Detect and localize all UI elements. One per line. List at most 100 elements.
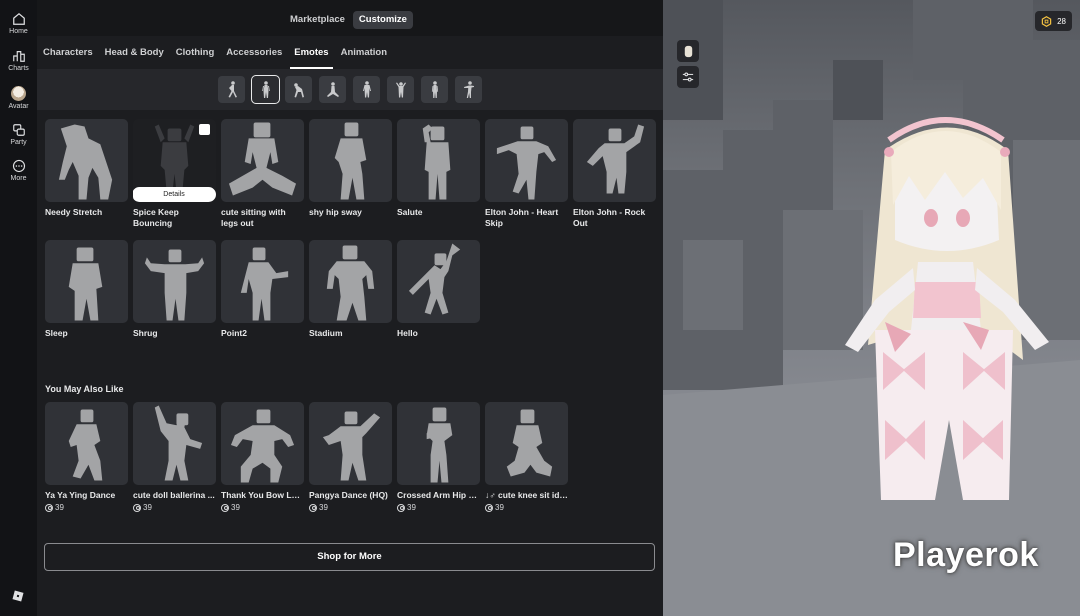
avatar-head-icon	[684, 45, 692, 57]
roblox-logo-icon[interactable]	[12, 590, 24, 602]
emote-name: Salute	[397, 207, 423, 217]
emote-slot-8[interactable]	[455, 76, 482, 103]
emote-name: Sleep	[45, 328, 68, 338]
recommended-card[interactable]: Ya Ya Ying Dance 39	[45, 402, 128, 512]
nav-more[interactable]: More	[0, 159, 37, 182]
charts-icon	[12, 51, 25, 62]
more-icon	[12, 159, 25, 173]
robux-icon	[221, 503, 229, 512]
customize-panel: Marketplace Customize Characters Head & …	[37, 0, 663, 616]
emote-slot-6[interactable]	[387, 76, 414, 103]
emote-slot-icon	[463, 80, 474, 98]
emote-thumbnail	[397, 119, 480, 202]
price-tag: 39	[221, 503, 304, 512]
section-title-recommended: You May Also Like	[45, 384, 124, 394]
emote-thumbnail	[221, 402, 304, 485]
avatar-icon	[11, 86, 26, 101]
emote-card[interactable]: Point2	[221, 240, 304, 339]
recommended-card[interactable]: Crossed Arm Hip S... 39	[397, 402, 480, 512]
emote-thumbnail	[309, 119, 392, 202]
emote-card[interactable]: Salute	[397, 119, 480, 218]
emote-slot-icon	[293, 82, 304, 97]
details-button[interactable]: Details	[133, 187, 216, 202]
price-tag: 39	[309, 503, 392, 512]
robux-balance[interactable]: 28	[1035, 11, 1072, 31]
shop-for-more-button[interactable]: Shop for More	[44, 543, 655, 571]
emote-thumbnail	[133, 402, 216, 485]
sliders-icon	[682, 72, 694, 82]
tab-emotes[interactable]: Emotes	[288, 36, 334, 69]
price-tag: 39	[45, 503, 128, 512]
nav-charts[interactable]: Charts	[0, 49, 37, 72]
emote-slot-icon	[261, 80, 270, 98]
emote-slot-1[interactable]	[218, 76, 245, 103]
segment-marketplace[interactable]: Marketplace	[284, 11, 351, 29]
category-tabs: Characters Head & Body Clothing Accessor…	[37, 36, 663, 69]
emote-thumbnail	[309, 240, 392, 323]
emote-thumbnail	[397, 240, 480, 323]
price-tag: 39	[133, 503, 216, 512]
avatar-viewport[interactable]: 28 Playerok	[663, 0, 1080, 616]
emote-card[interactable]: Hello	[397, 240, 480, 339]
emote-card[interactable]: Needy Stretch	[45, 119, 128, 218]
emote-name: shy hip sway	[309, 207, 362, 217]
emote-thumbnail	[573, 119, 656, 202]
nav-charts-label: Charts	[8, 65, 29, 72]
tab-clothing[interactable]: Clothing	[170, 36, 221, 69]
emote-name: Elton John - Heart Skip	[485, 207, 559, 228]
emote-slot-icon	[431, 80, 438, 98]
robux-icon	[133, 503, 141, 512]
emote-card[interactable]: Shrug	[133, 240, 216, 339]
mode-switch: Marketplace Customize	[284, 11, 413, 29]
nav-home-label: Home	[9, 28, 28, 35]
emote-card[interactable]: Elton John - Heart Skip	[485, 119, 568, 229]
nav-more-label: More	[10, 175, 27, 182]
emote-name: cute sitting with legs out	[221, 207, 286, 228]
emote-name: Spice Keep Bouncing	[133, 207, 179, 228]
tab-accessories[interactable]: Accessories	[220, 36, 288, 69]
emotes-content: Needy Stretch Details Spice Keep Bouncin…	[37, 110, 663, 616]
emote-name: Pangya Dance (HQ)	[309, 490, 388, 500]
emote-card[interactable]: Stadium	[309, 240, 392, 339]
avatar-preview-button[interactable]	[677, 40, 699, 62]
tab-characters[interactable]: Characters	[37, 36, 99, 69]
emote-card[interactable]: Details Spice Keep Bouncing	[133, 119, 216, 229]
recommended-card[interactable]: Pangya Dance (HQ) 39	[309, 402, 392, 512]
nav-avatar-label: Avatar	[8, 103, 29, 110]
emote-card[interactable]: cute sitting with legs out	[221, 119, 304, 229]
selected-checkmark-icon	[199, 124, 216, 171]
emote-slot-7[interactable]	[421, 76, 448, 103]
emote-name: cute doll ballerina ...	[133, 490, 215, 500]
nav-avatar[interactable]: Avatar	[0, 86, 37, 110]
emote-name: Point2	[221, 328, 247, 338]
emote-card[interactable]: shy hip sway	[309, 119, 392, 218]
nav-home[interactable]: Home	[0, 12, 37, 35]
emote-slot-5[interactable]	[353, 76, 380, 103]
emote-slot-4[interactable]	[319, 76, 346, 103]
tab-head-body[interactable]: Head & Body	[99, 36, 170, 69]
price-tag: 39	[485, 503, 568, 512]
emote-name: Crossed Arm Hip S...	[397, 490, 480, 500]
robux-icon	[397, 503, 405, 512]
emote-name: Stadium	[309, 328, 343, 338]
nav-party-label: Party	[10, 139, 27, 146]
emote-slot-3[interactable]	[285, 76, 312, 103]
emote-slot-icon	[395, 81, 406, 97]
recommended-card[interactable]: ↓♂ cute knee sit idl... 39	[485, 402, 568, 512]
emote-card[interactable]: Sleep	[45, 240, 128, 339]
recommended-card[interactable]: cute doll ballerina ... 39	[133, 402, 216, 512]
segment-customize[interactable]: Customize	[352, 11, 413, 29]
emote-card[interactable]: Elton John - Rock Out	[573, 119, 656, 229]
home-icon	[12, 12, 25, 25]
emote-slot-2[interactable]	[251, 75, 280, 104]
price-tag: 39	[397, 503, 480, 512]
recommended-card[interactable]: Thank You Bow Lad... 39	[221, 402, 304, 512]
viewport-settings-button[interactable]	[677, 66, 699, 88]
emote-thumbnail	[45, 240, 128, 323]
emote-thumbnail	[45, 402, 128, 485]
nav-party[interactable]: Party	[0, 123, 37, 146]
tab-animation[interactable]: Animation	[335, 36, 393, 69]
party-icon	[12, 124, 25, 136]
price-value: 39	[143, 503, 152, 512]
price-value: 39	[495, 503, 504, 512]
